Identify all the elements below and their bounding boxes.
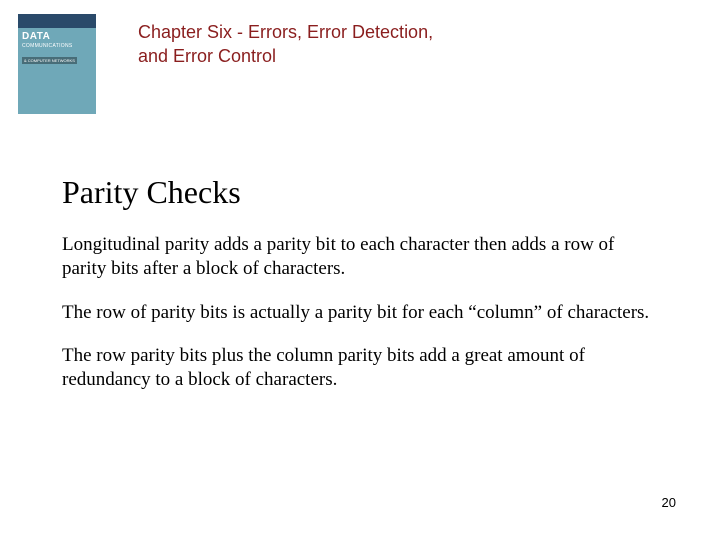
book-cover-top-bar [18,14,96,28]
page-number: 20 [662,495,676,510]
book-cover-subtitle1: COMMUNICATIONS [22,43,92,49]
book-cover-title: DATA [22,32,92,42]
book-cover-thumbnail: DATA COMMUNICATIONS & COMPUTER NETWORKS [18,14,96,114]
book-cover-subtitle2: & COMPUTER NETWORKS [22,57,77,64]
chapter-title: Chapter Six - Errors, Error Detection, a… [138,20,438,69]
slide-content: Parity Checks Longitudinal parity adds a… [0,114,720,392]
paragraph: Longitudinal parity adds a parity bit to… [62,233,658,281]
paragraph: The row of parity bits is actually a par… [62,301,658,325]
book-cover-text: DATA COMMUNICATIONS & COMPUTER NETWORKS [22,32,92,67]
paragraph: The row parity bits plus the column pari… [62,344,658,392]
slide-header: DATA COMMUNICATIONS & COMPUTER NETWORKS … [0,0,720,114]
slide-heading: Parity Checks [62,174,658,211]
